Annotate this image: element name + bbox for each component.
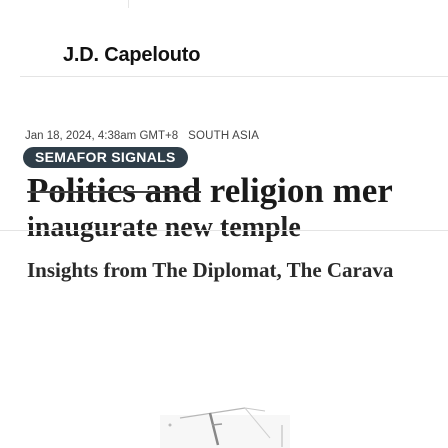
author-name[interactable]: J.D. Capelouto xyxy=(63,44,200,67)
article-headline-line-2[interactable]: inaugurate new temple xyxy=(27,212,301,244)
headline-text: religion mer xyxy=(201,171,393,210)
divider xyxy=(0,230,448,231)
region-tag[interactable]: SOUTH ASIA xyxy=(188,130,259,142)
dateline: Jan 18, 2024, 4:38am GMT+8 SOUTH ASIA xyxy=(25,130,259,142)
category-badge[interactable]: SEMAFOR SIGNALS xyxy=(23,147,188,168)
article-subheadline: Insights from The Diplomat, The Carava xyxy=(27,258,394,282)
article-headline[interactable]: Politics and religion mer xyxy=(27,171,393,211)
publish-date: Jan 18, 2024, 4:38am GMT+8 xyxy=(25,130,179,142)
headline-struck-text: Politics and xyxy=(27,171,202,210)
divider xyxy=(20,76,448,77)
top-divider xyxy=(128,0,129,8)
partial-image-icon xyxy=(150,395,290,448)
